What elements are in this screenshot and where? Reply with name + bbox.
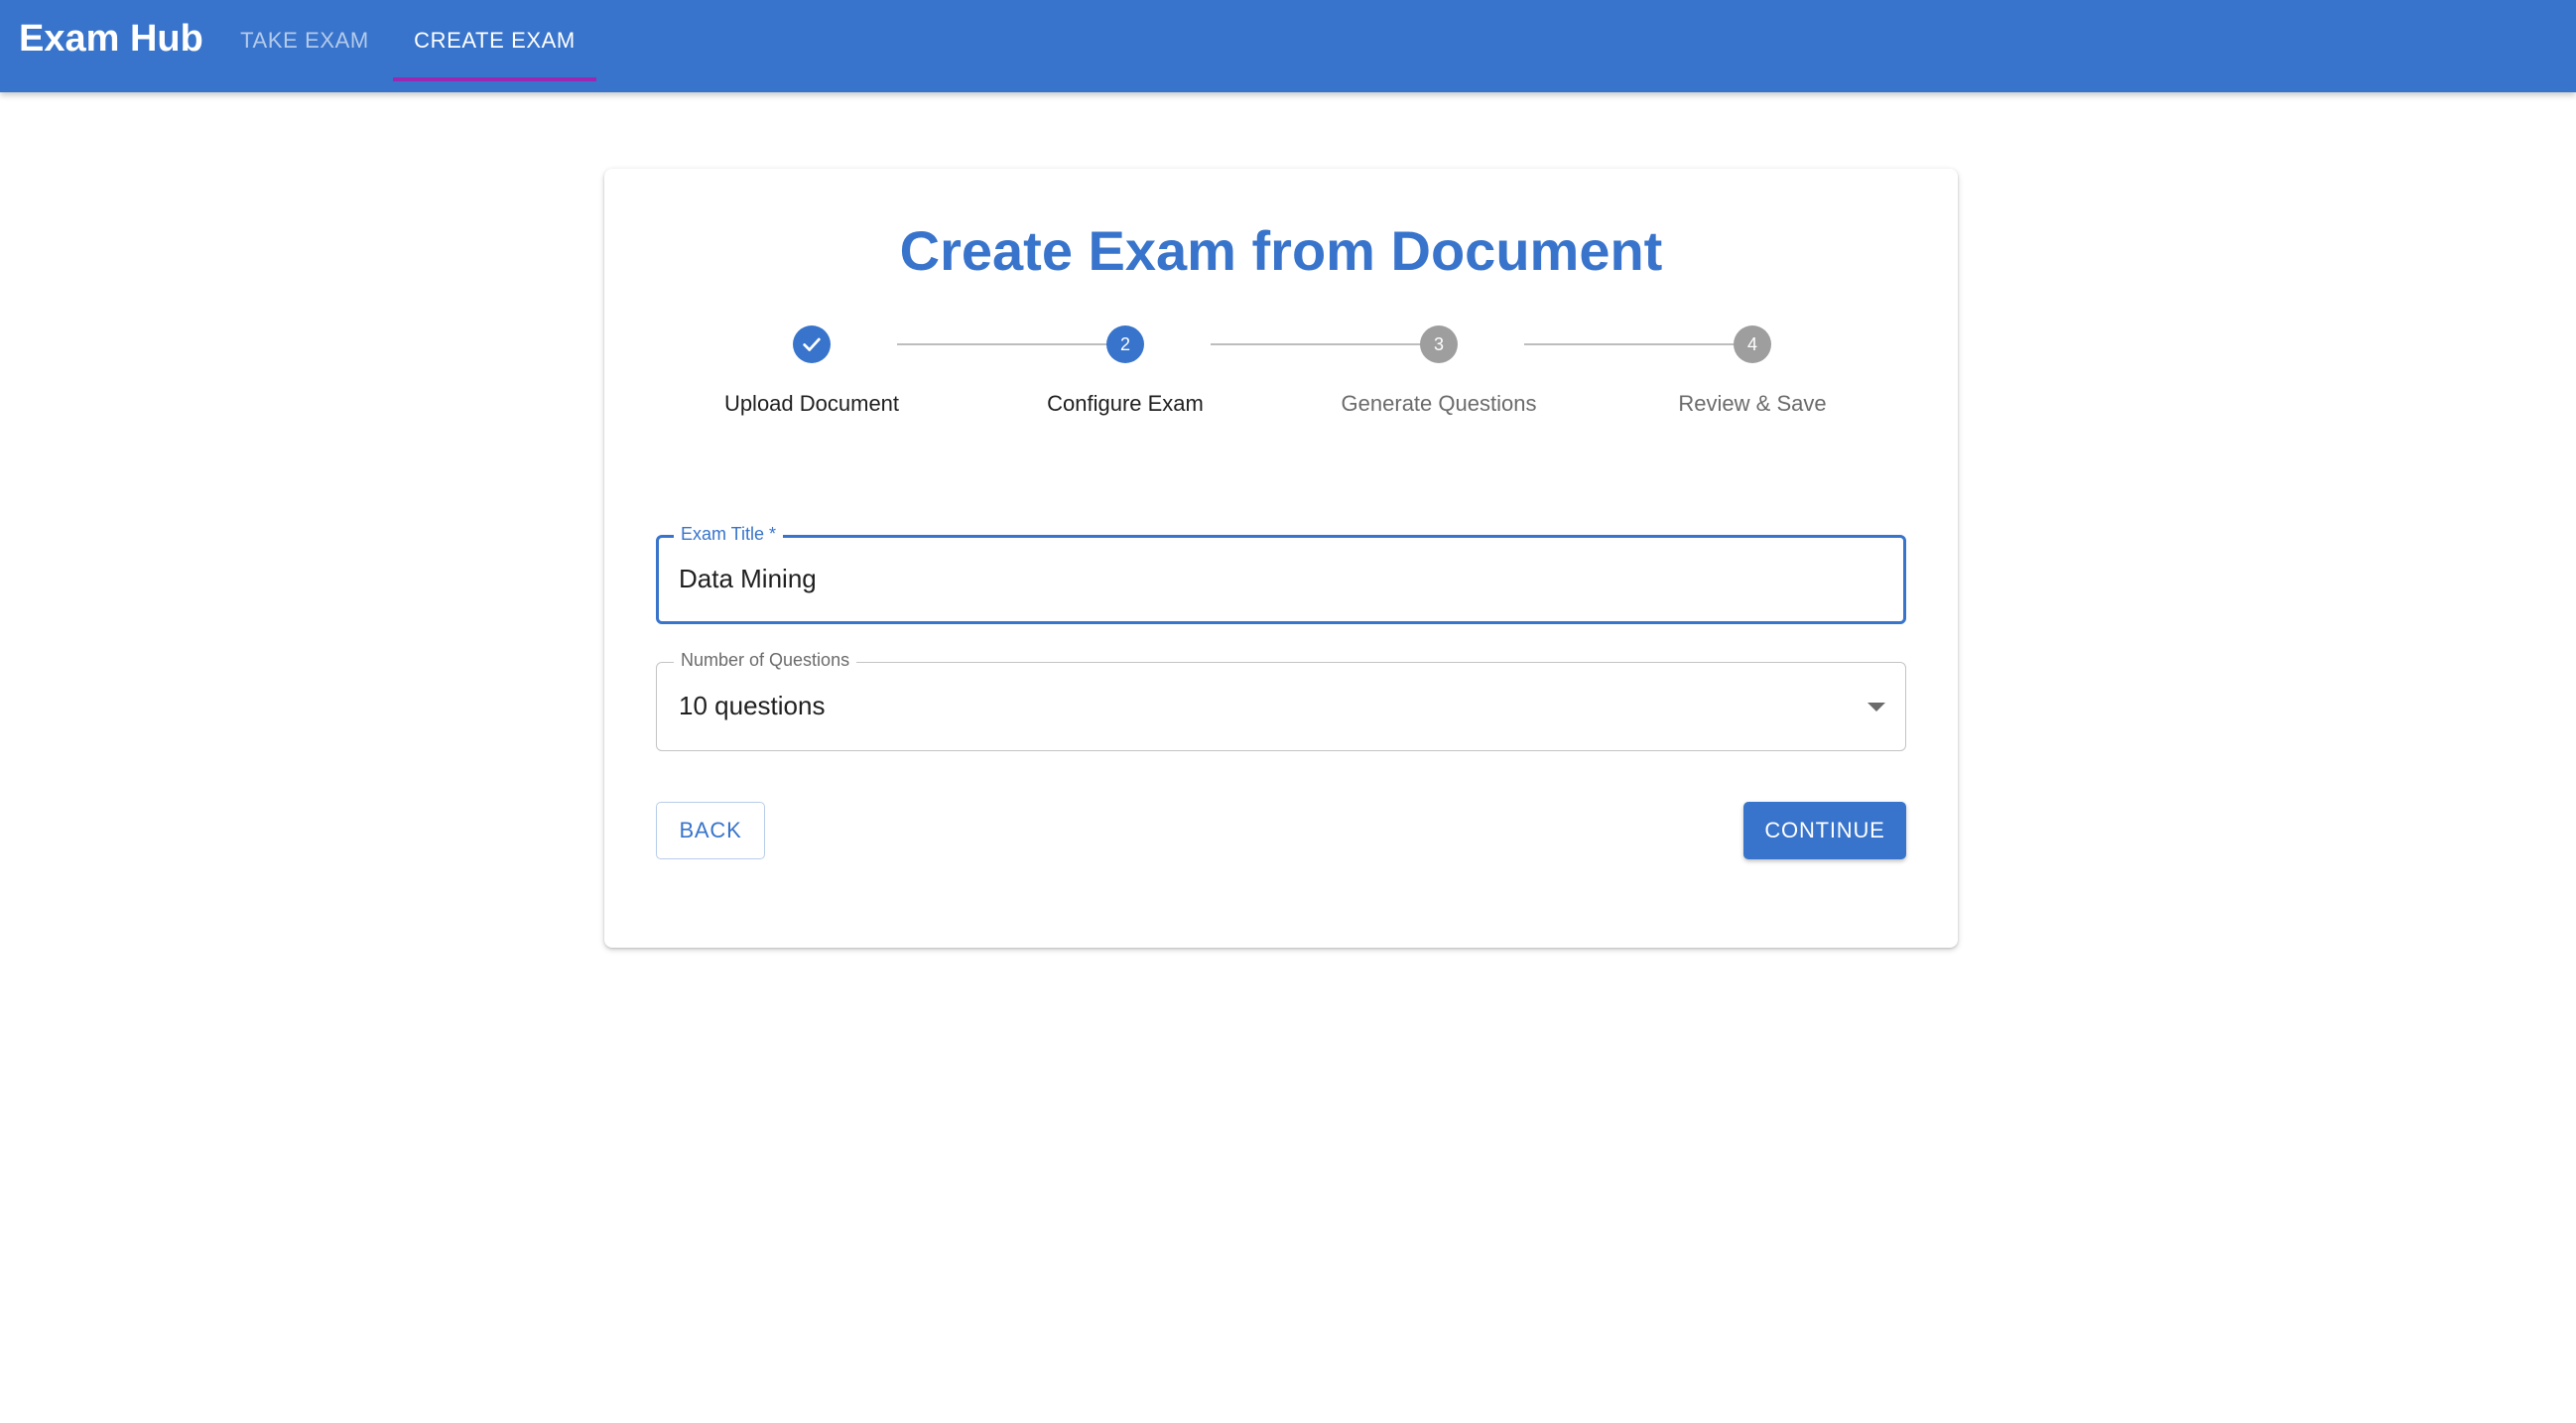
create-exam-card: Create Exam from Document 2 3 4 Upload D… (604, 169, 1958, 948)
page-title: Create Exam from Document (899, 219, 1663, 282)
step-2-circle: 2 (1106, 325, 1144, 363)
tab-create-exam[interactable]: CREATE EXAM (393, 0, 596, 80)
step-2-label: Configure Exam (1047, 391, 1204, 416)
continue-button[interactable]: CONTINUE (1743, 802, 1906, 859)
step-1-label: Upload Document (723, 391, 900, 416)
step-3-circle: 3 (1420, 325, 1458, 363)
active-tab-indicator (393, 77, 596, 81)
step-connector (1211, 343, 1447, 345)
step-3-label: Generate Questions (1341, 391, 1537, 416)
step-connector (897, 343, 1133, 345)
back-button[interactable]: BACK (656, 802, 765, 859)
step-connector (1524, 343, 1760, 345)
step-4-label: Review & Save (1678, 391, 1827, 416)
exam-title-label: Exam Title * (674, 523, 784, 545)
exam-title-field[interactable]: Exam Title * (656, 523, 1906, 624)
step-1-circle (793, 325, 831, 363)
dropdown-arrow-icon[interactable] (1868, 703, 1885, 712)
tab-take-exam[interactable]: TAKE EXAM (226, 0, 383, 80)
check-icon (803, 337, 821, 351)
app-brand: Exam Hub (19, 18, 203, 60)
num-questions-label: Number of Questions (674, 649, 857, 671)
step-4-circle: 4 (1734, 325, 1771, 363)
num-questions-value: 10 questions (679, 691, 826, 720)
exam-title-input[interactable] (679, 564, 1770, 594)
app-bar: Exam Hub TAKE EXAM CREATE EXAM (0, 0, 2576, 92)
num-questions-select[interactable]: Number of Questions 10 questions (656, 649, 1906, 751)
